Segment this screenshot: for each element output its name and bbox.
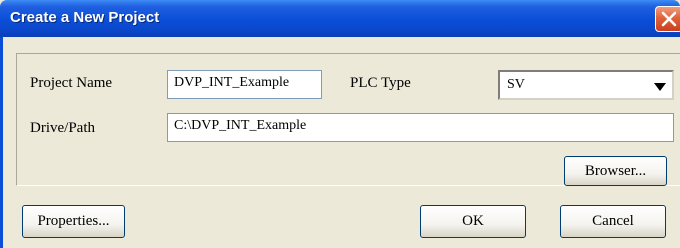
chevron-down-icon	[654, 83, 666, 91]
close-icon	[661, 11, 677, 27]
project-name-input[interactable]: DVP_INT_Example	[167, 70, 322, 99]
browser-button-label: Browser...	[584, 163, 647, 179]
ok-button-label: OK	[462, 213, 484, 229]
cancel-button[interactable]: Cancel	[560, 205, 666, 238]
ok-button[interactable]: OK	[420, 205, 526, 238]
properties-button-label: Properties...	[37, 213, 110, 229]
browser-button[interactable]: Browser...	[564, 156, 667, 186]
properties-button[interactable]: Properties...	[22, 205, 125, 238]
close-button[interactable]	[655, 6, 680, 32]
plc-type-value: SV	[507, 77, 525, 92]
project-name-label: Project Name	[30, 75, 113, 91]
plc-type-select[interactable]: SV	[498, 70, 674, 100]
drive-path-input[interactable]: C:\DVP_INT_Example	[167, 113, 674, 142]
drive-path-label: Drive/Path	[30, 120, 95, 136]
plc-type-label: PLC Type	[350, 75, 411, 91]
dialog-title: Create a New Project	[10, 9, 160, 26]
title-bar[interactable]: Create a New Project	[0, 0, 680, 37]
cancel-button-label: Cancel	[592, 213, 634, 229]
